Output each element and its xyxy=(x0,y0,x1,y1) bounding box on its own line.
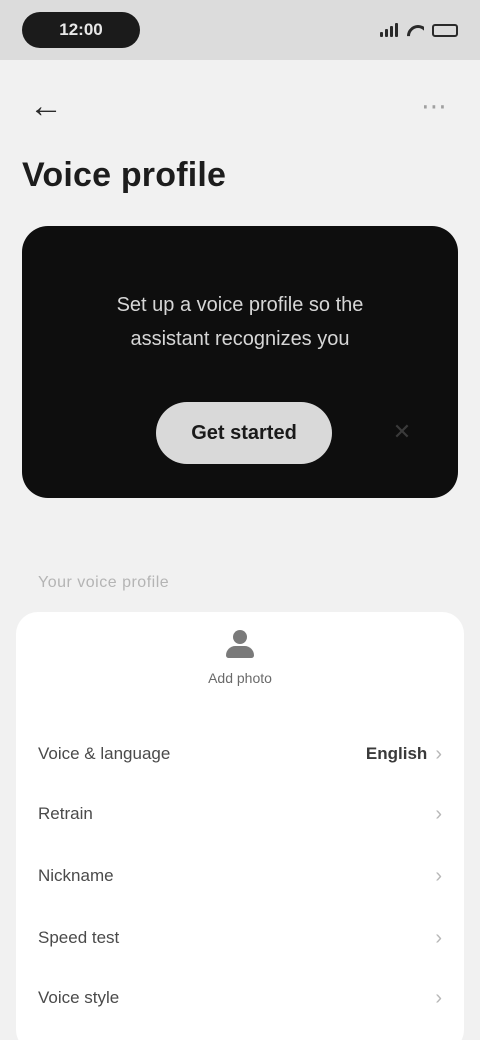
row-right: › xyxy=(435,927,442,950)
row-right: › xyxy=(435,803,442,826)
close-icon: ✕ xyxy=(392,419,412,444)
chevron-right-icon: › xyxy=(435,926,442,949)
time-pill: 12:00 xyxy=(22,12,140,48)
more-options-button[interactable]: ⋯ xyxy=(414,86,454,126)
avatar-label: Add photo xyxy=(208,670,272,686)
more-icon: ⋯ xyxy=(421,90,447,121)
chevron-right-icon: › xyxy=(435,986,442,1009)
page-title: Voice profile xyxy=(22,156,227,194)
row-value: English xyxy=(365,744,428,763)
section-header: Your voice profile xyxy=(38,574,170,591)
nav-bar: ← ⋯ xyxy=(0,70,480,140)
person-icon xyxy=(220,630,260,658)
row-label: Nickname xyxy=(38,866,114,885)
setting-row-nickname[interactable]: Nickname › xyxy=(38,846,442,906)
row-label: Voice & language xyxy=(38,744,171,763)
status-time: 12:00 xyxy=(59,20,103,39)
row-right: English › xyxy=(366,743,442,766)
promo-text: Set up a voice profile so the assistant … xyxy=(116,294,364,350)
setting-row-voice-style[interactable]: Voice style › xyxy=(38,968,442,1028)
setting-row-voice-language[interactable]: Voice & language English › xyxy=(38,724,442,784)
battery-icon xyxy=(432,23,458,37)
row-right: › xyxy=(435,865,442,888)
status-bar: 12:00 xyxy=(0,0,480,60)
add-photo-button[interactable]: Add photo xyxy=(16,630,464,720)
back-arrow-icon: ← xyxy=(29,86,63,125)
signal-icon xyxy=(380,23,398,37)
row-label: Speed test xyxy=(38,928,120,947)
setup-promo-card: Set up a voice profile so the assistant … xyxy=(22,226,458,498)
row-label: Voice style xyxy=(38,988,120,1007)
setting-row-speed-test[interactable]: Speed test › xyxy=(38,908,442,968)
wifi-icon xyxy=(406,23,424,37)
row-right: › xyxy=(435,987,442,1010)
dismiss-promo-button[interactable]: ✕ xyxy=(382,412,422,452)
row-label: Retrain xyxy=(38,804,93,823)
chevron-right-icon: › xyxy=(435,864,442,887)
get-started-button[interactable]: Get started xyxy=(156,402,332,464)
setting-row-retrain[interactable]: Retrain › xyxy=(38,784,442,844)
back-button[interactable]: ← xyxy=(26,86,66,126)
profile-settings-card: Add photo Voice & language English › Ret… xyxy=(16,612,464,1040)
status-icons xyxy=(380,22,458,38)
chevron-right-icon: › xyxy=(435,742,442,765)
chevron-right-icon: › xyxy=(435,802,442,825)
